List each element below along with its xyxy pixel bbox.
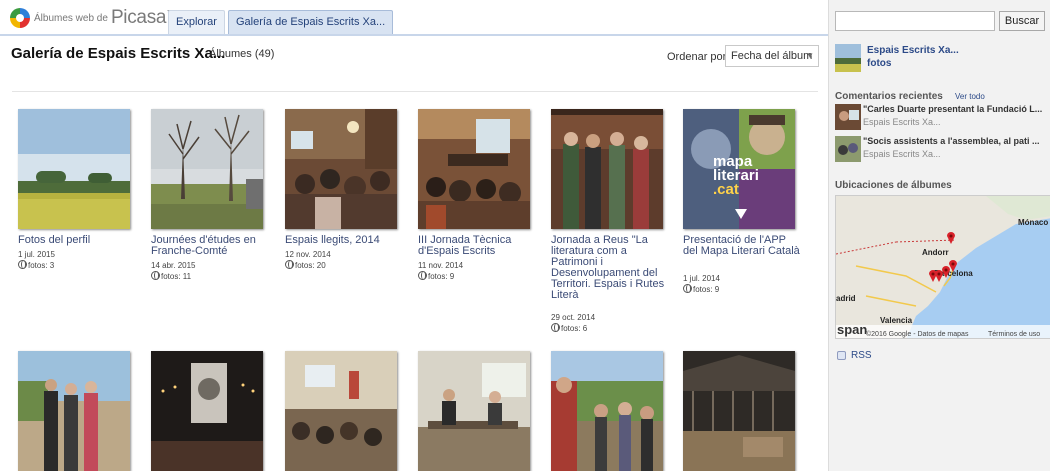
comment-photo-2 <box>835 136 861 162</box>
map-marker-icon[interactable] <box>942 266 950 278</box>
album-title[interactable]: Journées d'études en Franche-Comté <box>151 235 269 257</box>
album-thumbnail[interactable] <box>551 351 663 471</box>
owner-photos-link[interactable]: fotos <box>867 58 891 69</box>
right-sidebar: Buscar Espais Escrits Xa... fotos Coment… <box>828 0 1050 471</box>
logo-wordmark: Picasa™ <box>110 7 174 28</box>
album-title[interactable]: III Jornada Tècnica d'Espais Escrits <box>418 235 536 257</box>
search-button[interactable]: Buscar <box>999 11 1045 31</box>
top-bar: Álbumes web de Picasa™ Explorar Galería … <box>0 0 828 36</box>
tab-gallery[interactable]: Galería de Espais Escrits Xa... <box>227 10 394 34</box>
logo-prefix: Álbumes web de <box>34 12 108 24</box>
garden-group-photo <box>551 351 663 471</box>
map-label-monaco: Mónaco <box>1018 218 1049 227</box>
album-thumbnail[interactable] <box>151 109 263 229</box>
map-copyright: ©2016 Google - Datos de mapas <box>866 331 969 338</box>
comment-author: Espais Escrits Xa... <box>863 149 941 159</box>
search-input[interactable] <box>835 11 995 31</box>
comment-thumbnail[interactable] <box>835 136 861 162</box>
owner-avatar-image <box>835 44 861 72</box>
map-marker-icon[interactable] <box>929 270 937 282</box>
map-marker-icon[interactable] <box>947 232 955 244</box>
globe-icon <box>151 271 160 280</box>
page-title: Galería de Espais Escrits Xa... <box>11 45 226 62</box>
album-locations-map[interactable]: Andorr Barcelona Mónaco adrid Valencia s… <box>835 195 1050 339</box>
picasa-logo[interactable]: Álbumes web de Picasa™ <box>10 7 174 29</box>
chevron-down-icon: ▼ <box>806 51 814 60</box>
map-label-andorra: Andorr <box>922 248 949 257</box>
owner-name-link[interactable]: Espais Escrits Xa... <box>867 45 959 56</box>
album-photo-count: fotos: 6 <box>551 323 669 334</box>
map-label-madrid: adrid <box>836 294 856 303</box>
sort-select[interactable]: Fecha del álbum ▼ <box>725 45 819 67</box>
comment-text[interactable]: "Carles Duarte presentant la Fundació L.… <box>863 104 1049 114</box>
album-date: 11 nov. 2014 <box>418 261 464 270</box>
map-brand-text: span <box>837 322 868 337</box>
globe-icon <box>418 271 427 280</box>
mapa-literari-badge: mapa literari .cat <box>713 153 759 198</box>
globe-icon <box>18 260 27 269</box>
group-photo <box>551 109 663 229</box>
globe-icon <box>551 323 560 332</box>
album-photo-count: fotos: 9 <box>418 271 536 282</box>
rss-label: RSS <box>851 350 872 361</box>
map-label-valencia: Valencia <box>880 316 913 325</box>
sort-label: Ordenar por: <box>667 51 730 63</box>
comment-author: Espais Escrits Xa... <box>863 117 941 127</box>
comment-item[interactable]: "Carles Duarte presentant la Fundació L.… <box>835 104 1049 132</box>
trees-photo <box>151 109 263 229</box>
people-outdoors-photo <box>18 351 130 471</box>
rss-icon <box>837 351 846 360</box>
album-date: 1 jul. 2015 <box>18 250 55 259</box>
album-photo-count: fotos: 11 <box>151 271 269 282</box>
album-thumbnail[interactable] <box>418 109 530 229</box>
projection-photo <box>151 351 263 471</box>
album-count: Álbumes (49) <box>209 48 275 60</box>
album-thumbnail[interactable] <box>151 351 263 471</box>
comment-photo-1 <box>835 104 861 130</box>
rss-link[interactable]: RSS <box>837 350 872 361</box>
album-thumbnail[interactable] <box>418 351 530 471</box>
album-date: 14 abr. 2015 <box>151 261 196 270</box>
map-terms-link[interactable]: Términos de uso <box>988 331 1040 338</box>
sort-select-value: Fecha del álbum <box>731 50 813 62</box>
album-thumbnail[interactable] <box>285 351 397 471</box>
globe-icon <box>285 260 294 269</box>
album-thumbnail[interactable] <box>18 109 130 229</box>
map-marker-icon[interactable] <box>949 260 957 272</box>
panel-table-photo <box>418 351 530 471</box>
gallery-header: Galería de Espais Escrits Xa... Álbumes … <box>0 36 828 96</box>
album-locations-heading: Ubicaciones de álbumes <box>835 180 952 191</box>
album-date: 12 nov. 2014 <box>285 250 331 259</box>
owner-avatar[interactable] <box>835 44 861 72</box>
album-title[interactable]: Espais llegits, 2014 <box>285 235 403 246</box>
market-hall-photo <box>683 351 795 471</box>
picasa-pinwheel-icon <box>10 8 30 28</box>
album-title[interactable]: Presentació de l'APP del Mapa Literari C… <box>683 235 801 257</box>
see-all-comments-link[interactable]: Ver todo <box>955 92 985 101</box>
header-divider <box>12 91 818 92</box>
album-title[interactable]: Fotos del perfil <box>18 235 136 246</box>
album-photo-count: fotos: 20 <box>285 260 403 271</box>
tab-strip: Explorar Galería de Espais Escrits Xa... <box>168 10 396 34</box>
tab-explorar[interactable]: Explorar <box>168 10 225 34</box>
conference-room-photo <box>418 109 530 229</box>
lecture-hall-photo <box>285 351 397 471</box>
album-thumbnail[interactable] <box>551 109 663 229</box>
comment-text[interactable]: "Socis assistents a l'assemblea, al pati… <box>863 136 1049 146</box>
field-photo <box>18 109 130 229</box>
album-photo-count: fotos: 9 <box>683 284 801 295</box>
album-thumbnail[interactable] <box>683 351 795 471</box>
album-date: 29 oct. 2014 <box>551 313 596 322</box>
audience-photo <box>285 109 397 229</box>
album-photo-count: fotos: 3 <box>18 260 136 271</box>
album-thumbnail[interactable] <box>18 351 130 471</box>
album-date: 1 jul. 2014 <box>683 274 720 283</box>
globe-icon <box>683 284 692 293</box>
comment-item[interactable]: "Socis assistents a l'assemblea, al pati… <box>835 136 1049 164</box>
album-thumbnail[interactable] <box>285 109 397 229</box>
comment-thumbnail[interactable] <box>835 104 861 130</box>
recent-comments-heading: Comentarios recientes <box>835 91 943 102</box>
album-title[interactable]: Jornada a Reus "La literatura com a Patr… <box>551 235 669 301</box>
album-thumbnail[interactable]: mapa literari .cat <box>683 109 795 229</box>
